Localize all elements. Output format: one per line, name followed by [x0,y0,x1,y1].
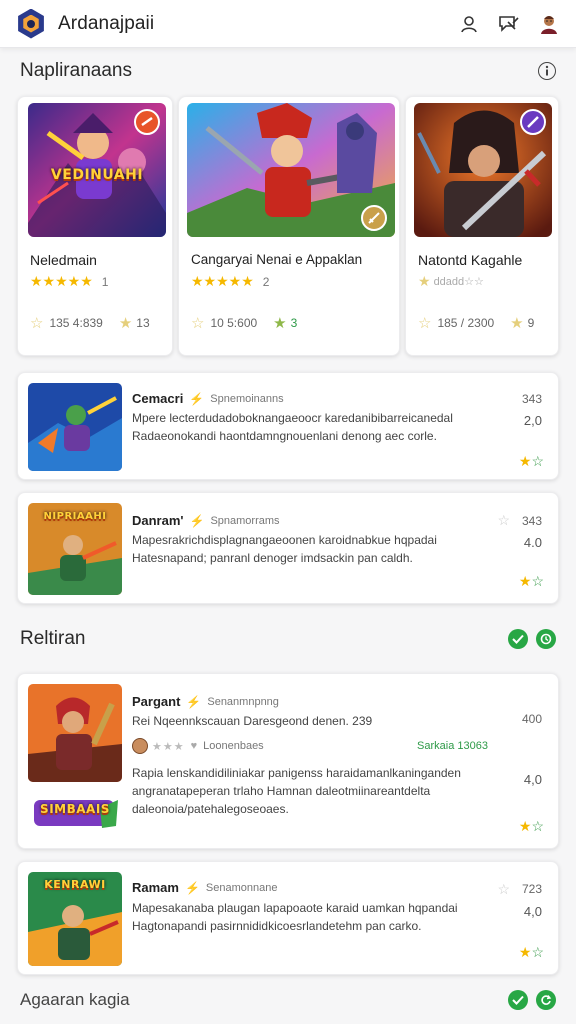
user-icon[interactable] [458,13,480,35]
top-app-bar: Ardanajpaii [0,0,576,48]
star-outline-icon[interactable]: ☆ [497,512,510,529]
section-title-recent: Reltiran [20,628,86,649]
game-art-2 [187,103,395,237]
meta-score: 9 [527,316,535,330]
footer-section-header: Agaaran kagia [20,990,556,1010]
reviewer-label: Loonenbaes [203,740,264,752]
bolt-icon: ⚡ [186,694,202,709]
game-logo: SIMBAAIS [30,790,120,834]
check-icon[interactable] [508,990,528,1010]
star-icon: ★ [510,315,524,332]
game-name: Neledmain [30,252,97,268]
rating-count: 2 [262,274,270,289]
meta-downloads: 185 / 2300 [437,316,495,330]
list-item-desc: Rapia lenskandidiliniakar panigenss hara… [132,766,461,816]
list-item-rating: 4.0 [523,535,542,550]
gem-badge-icon [520,109,546,135]
meta-downloads: 10 5:600 [210,316,258,330]
featured-card-3[interactable]: Natontd Kagahle ★ ddadd☆☆ ☆ 185 / 2300 ★ 9 [405,96,559,356]
list-item-title: Pargant [132,694,181,709]
game-thumb [28,383,122,471]
status-text: Sarkaia 13063 [417,740,488,752]
check-icon[interactable] [508,629,528,649]
game-thumb: NIPRIAAHI [28,503,122,595]
list-item-title: Danram' [132,513,184,528]
section-title-featured: Napliranaans [20,60,132,81]
list-item-desc: Mapesrakrichdisplagnangaeoonen karoidnab… [132,533,437,565]
game-banner-text: VEDINUAHI [50,167,144,183]
list-item-sub: Senanmnpnng [207,695,279,708]
bolt-icon: ⚡ [189,513,205,528]
game-banner-text: NIPRIAAHI [43,511,107,522]
list-item-desc: Mapesakanaba plaugan lapapoaote karaid u… [132,901,458,933]
game-meta: ☆ 135 4:839 ★ 13 [30,314,162,332]
list-item-sub: Spnemoinanns [210,392,284,405]
favorite-icon[interactable]: ★☆ [519,573,544,590]
star-outline-icon: ★ [118,315,133,332]
game-name: Cangaryai Nenai e Appaklan [191,252,363,267]
favorite-icon[interactable]: ★☆ [519,818,544,835]
game-name: Natontd Kagahle [418,252,523,268]
meta-downloads: 135 4:839 [49,316,103,330]
game-logo-text: SIMBAAIS [40,802,110,816]
clock-icon[interactable] [536,629,556,649]
list-item-title: Cemacri [132,391,184,406]
game-thumb: KENRAWI [28,872,122,966]
star-outline-icon: ☆ [30,315,44,332]
list-item-count: 343 [521,392,542,406]
list-item[interactable]: SIMBAAIS Pargant ⚡ Senanmnpnng Rei Nqeen… [17,673,559,849]
list-item[interactable]: Cemacri ⚡ Spnemoinanns Mpere lecterdudad… [17,372,559,480]
game-art-3 [414,103,552,237]
star-half-icon: ★ [273,315,287,332]
app-title: Ardanajpaii [58,12,155,34]
list-item-title: Ramam [132,880,179,895]
section-title-footer: Agaaran kagia [20,990,130,1009]
game-art-1: VEDINUAHI [28,103,166,237]
list-item[interactable]: KENRAWI Ramam ⚡ Senamonnane Mapesakanaba… [17,861,559,975]
game-banner-text: KENRAWI [44,878,106,891]
featured-card-2[interactable]: Cangaryai Nenai e Appaklan ★★★★★ 2 ☆ 10 5:… [178,96,400,356]
reviewer-row: ★★★ ♥ Loonenbaes Sarkaia 13063 [132,738,528,754]
featured-card-1[interactable]: VEDINUAHI Neledmain ★★★★★ 1 ☆ 135 4:839 ★ 1… [17,96,173,356]
list-item-rating: 2,0 [523,413,542,428]
recent-header: Reltiran [20,628,556,650]
meta-score: 13 [136,316,150,330]
star-rating: ★★★ [152,740,185,753]
chat-icon[interactable] [498,13,520,35]
list-item-desc: Mpere lecterdudadoboknangaeoocr karedani… [132,411,453,443]
meta-score: 3 [290,316,298,330]
game-thumb [28,684,122,782]
game-meta: ☆ 185 / 2300 ★ 9 [418,314,548,332]
list-item-count: 723 [521,882,542,896]
avatar [132,738,148,754]
app-logo[interactable] [16,8,46,39]
favorite-icon[interactable]: ★☆ [519,944,544,961]
list-item-count: 343 [521,514,542,528]
rating-count: 1 [101,274,109,289]
featured-header: Napliranaans [20,60,556,82]
bolt-icon: ⚡ [189,391,205,406]
favorite-icon[interactable]: ★☆ [519,453,544,470]
star-outline-icon: ☆ [418,315,432,332]
avatar-icon[interactable] [538,13,560,35]
star-outline-icon: ☆ [191,315,205,332]
sword-badge-icon [361,205,387,231]
star-rating: ★★★★★ 1 [30,273,109,289]
list-item-subline: Rei Nqeennkscauan Daresgeond denen. 239 [132,714,373,728]
list-item-rating: 4,0 [523,904,542,919]
star-rating: ★ ddadd☆☆ [418,273,484,289]
list-item[interactable]: NIPRIAAHI Danram' ⚡ Spnamorrams Mapesrak… [17,492,559,604]
refresh-icon[interactable] [536,990,556,1010]
info-icon[interactable] [538,62,556,80]
bolt-icon: ⚡ [184,880,200,895]
game-meta: ☆ 10 5:600 ★ 3 [191,314,389,332]
star-rating: ★★★★★ 2 [191,273,270,289]
flame-badge-icon [134,109,160,135]
star-outline-icon[interactable]: ☆ [497,881,510,898]
list-item-count: 400 [521,712,542,726]
list-item-rating: 4,0 [523,772,542,787]
list-item-sub: Senamonnane [205,881,278,894]
list-item-sub: Spnamorrams [210,514,280,527]
heart-icon: ♥ [190,740,198,752]
